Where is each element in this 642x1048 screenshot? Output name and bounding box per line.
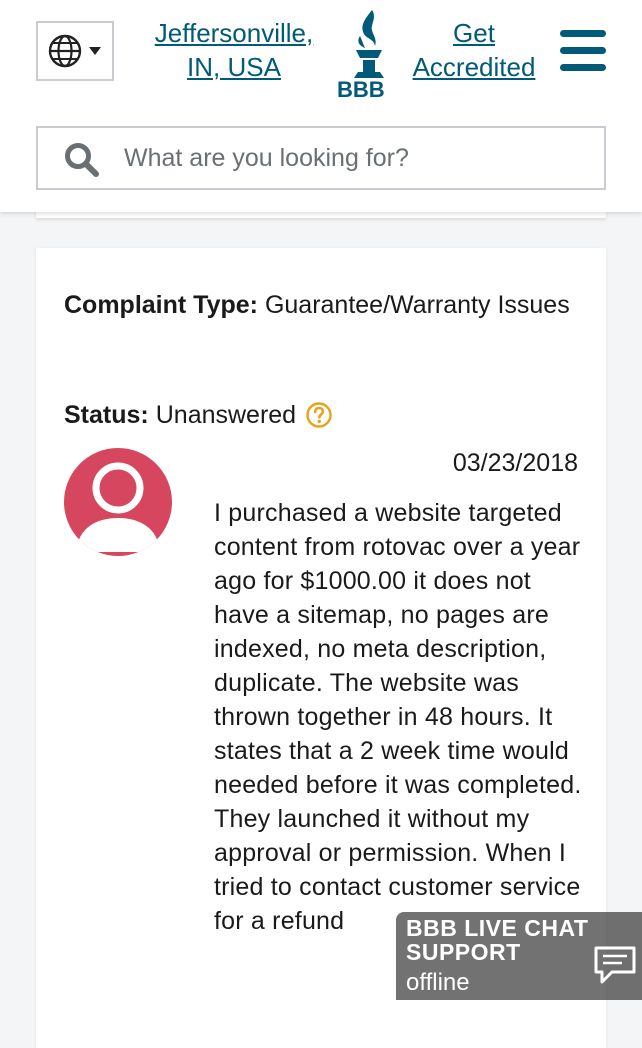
hamburger-menu-icon[interactable] (560, 30, 606, 72)
status-label: Status: (64, 401, 149, 429)
status-value: Unanswered (155, 401, 297, 429)
bbb-torch-logo[interactable]: BBB (334, 6, 404, 98)
complaint-type-label: Complaint Type: (64, 291, 258, 319)
question-circle-icon[interactable] (306, 402, 332, 428)
logo-text: BBB (337, 77, 385, 98)
chat-status: offline (406, 969, 470, 996)
location-link[interactable]: Jeffersonville, IN, USA (146, 16, 322, 84)
chat-title-line-2[interactable]: SUPPORT (406, 940, 606, 964)
chat-title-line-1[interactable]: BBB LIVE CHAT (406, 916, 606, 940)
accredit-line-1[interactable]: Get (404, 16, 544, 50)
caret-down-icon (89, 47, 101, 55)
complaint-status: Status: Unanswered (64, 398, 584, 432)
get-accredited-link[interactable]: Get Accredited (404, 16, 544, 84)
user-avatar-icon (64, 448, 172, 556)
chat-title[interactable]: BBB LIVE CHAT SUPPORT (406, 916, 606, 964)
complaint-text: I purchased a website targeted content f… (214, 499, 582, 935)
accredit-line-2[interactable]: Accredited (404, 50, 544, 84)
live-chat-widget[interactable]: BBB LIVE CHAT SUPPORT offline (396, 912, 642, 1000)
search-bar[interactable] (36, 126, 606, 190)
search-icon[interactable] (64, 142, 100, 178)
complaint-type: Complaint Type: Guarantee/Warranty Issue… (64, 288, 584, 322)
chat-bubble-icon[interactable] (592, 942, 638, 988)
location-line-1[interactable]: Jeffersonville, (146, 16, 322, 50)
search-input[interactable] (124, 128, 594, 188)
site-header: Jeffersonville, IN, USA BBB Get Accredit… (0, 0, 642, 212)
complaint-type-value: Guarantee/Warranty Issues (264, 291, 570, 319)
language-selector-button[interactable] (36, 21, 114, 81)
location-line-2[interactable]: IN, USA (146, 50, 322, 84)
complaint-date: 03/23/2018 (452, 449, 578, 477)
globe-icon (48, 34, 82, 68)
